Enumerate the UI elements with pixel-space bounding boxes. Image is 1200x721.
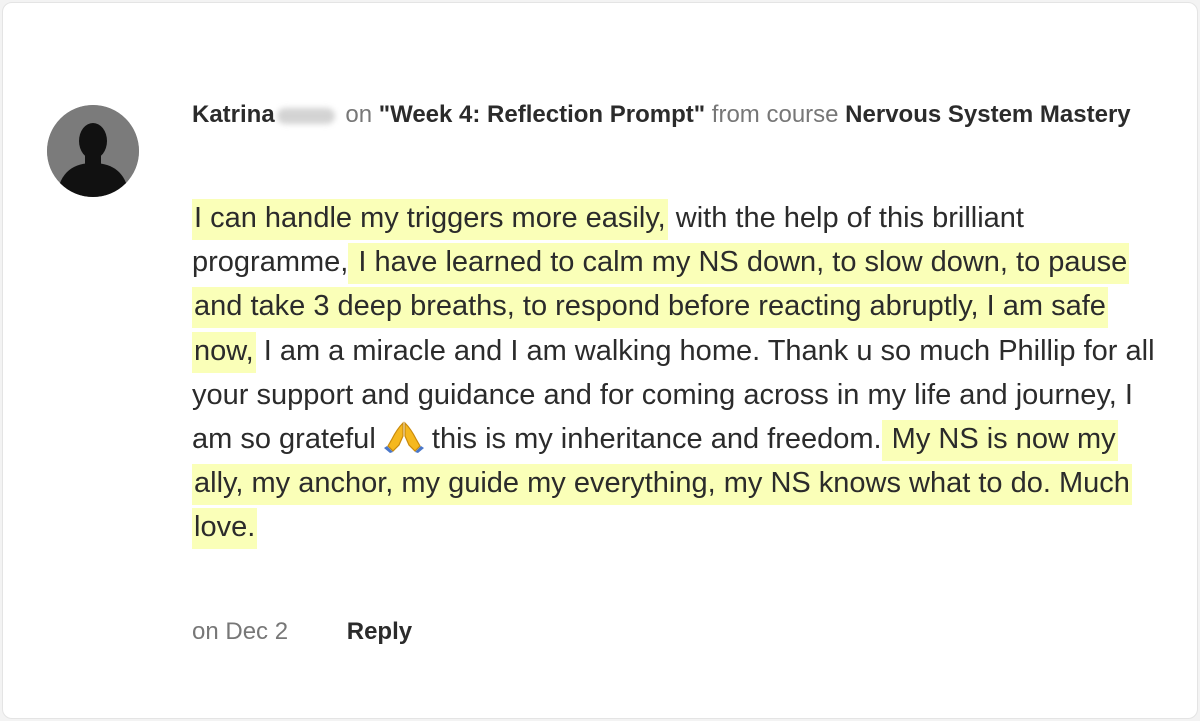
from-course-word: from course <box>711 101 839 128</box>
highlight-segment: I can handle my triggers more easily, <box>192 199 668 240</box>
text-segment: this is my inheritance and freedom. <box>423 423 882 456</box>
redacted-surname <box>276 107 335 124</box>
comment-body: I can handle my triggers more easily, wi… <box>192 196 1167 550</box>
avatar[interactable] <box>47 105 139 197</box>
comment-header: Katrina on "Week 4: Reflection Prompt" f… <box>192 99 1172 131</box>
comment-date: on Dec 2 <box>192 618 289 645</box>
reply-button[interactable]: Reply <box>347 618 412 645</box>
person-silhouette-icon <box>47 105 139 197</box>
comment-footer: on Dec 2 Reply <box>192 615 412 649</box>
author-name[interactable]: Katrina <box>192 101 275 128</box>
comment-card: Katrina on "Week 4: Reflection Prompt" f… <box>2 2 1198 719</box>
on-word: on <box>345 101 373 128</box>
course-name-link[interactable]: Nervous System Mastery <box>845 101 1130 128</box>
prompt-title-link[interactable]: "Week 4: Reflection Prompt" <box>379 101 705 128</box>
folded-hands-icon <box>383 419 424 454</box>
